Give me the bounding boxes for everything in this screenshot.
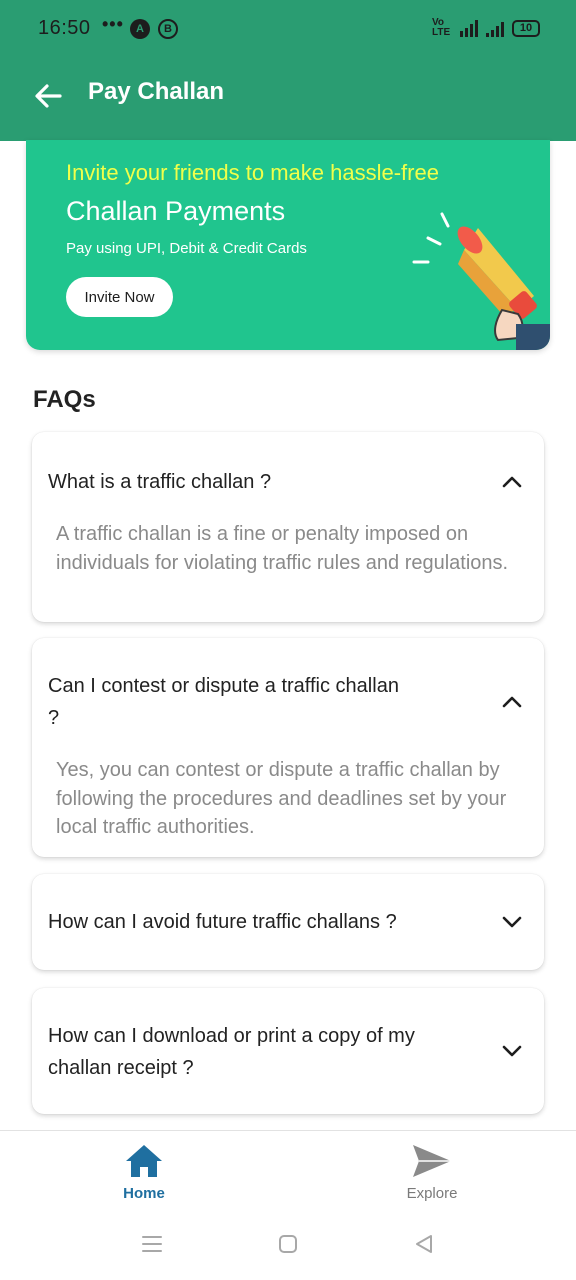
status-bar: 16:50 ••• A B Vo LTE 10: [0, 0, 576, 58]
home-icon: [126, 1145, 162, 1177]
chevron-up-icon[interactable]: [500, 470, 524, 494]
chevron-up-icon[interactable]: [500, 690, 524, 714]
faq-heading: FAQs: [33, 386, 96, 413]
faq-answer: Yes, you can contest or dispute a traffi…: [56, 759, 507, 838]
faq-item[interactable]: Can I contest or dispute a traffic chall…: [32, 638, 544, 857]
home-square-icon[interactable]: [276, 1232, 300, 1256]
chevron-down-icon[interactable]: [500, 910, 524, 934]
nav-label-home: Home: [123, 1185, 165, 1202]
chevron-down-icon[interactable]: [500, 1039, 524, 1063]
send-icon: [413, 1145, 451, 1177]
faq-question: How can I download or print a copy of my…: [48, 1025, 415, 1079]
status-icons: Vo LTE 10: [432, 18, 540, 38]
nav-item-home[interactable]: Home: [84, 1143, 204, 1202]
app-bar: Pay Challan: [0, 58, 576, 141]
signal-4g-icon: [460, 19, 478, 37]
banner-headline: Invite your friends to make hassle-free: [66, 160, 439, 185]
notification-b-icon: B: [158, 19, 178, 39]
bottom-nav: Home Explore: [0, 1130, 576, 1280]
faq-answer: A traffic challan is a fine or penalty i…: [56, 523, 509, 574]
banner-subtitle: Pay using UPI, Debit & Credit Cards: [66, 240, 307, 257]
invite-banner: Invite your friends to make hassle-free …: [26, 140, 550, 350]
nav-label-explore: Explore: [406, 1185, 458, 1202]
nav-item-explore[interactable]: Explore: [372, 1143, 492, 1202]
faq-question: Can I contest or dispute a traffic chall…: [48, 675, 399, 729]
page-title: Pay Challan: [88, 78, 225, 105]
invite-now-button[interactable]: Invite Now: [66, 277, 173, 317]
arrow-left-icon[interactable]: [30, 78, 66, 114]
volte-icon: Vo LTE: [432, 17, 451, 38]
back-triangle-icon[interactable]: [412, 1232, 436, 1256]
status-time: 16:50: [38, 17, 91, 39]
battery-icon: 10: [512, 19, 540, 37]
signal-icon: [486, 19, 504, 37]
faq-question: What is a traffic challan ?: [48, 471, 272, 493]
status-dots: •••: [102, 14, 124, 34]
notification-a-icon: A: [130, 19, 150, 39]
faq-item[interactable]: How can I download or print a copy of my…: [32, 988, 544, 1114]
menu-icon[interactable]: [140, 1232, 164, 1256]
banner-title: Challan Payments: [66, 196, 286, 226]
faq-item[interactable]: How can I avoid future traffic challans …: [32, 874, 544, 970]
faq-question: How can I avoid future traffic challans …: [48, 911, 397, 933]
megaphone-icon: [412, 212, 550, 350]
faq-item[interactable]: What is a traffic challan ? A traffic ch…: [32, 432, 544, 622]
